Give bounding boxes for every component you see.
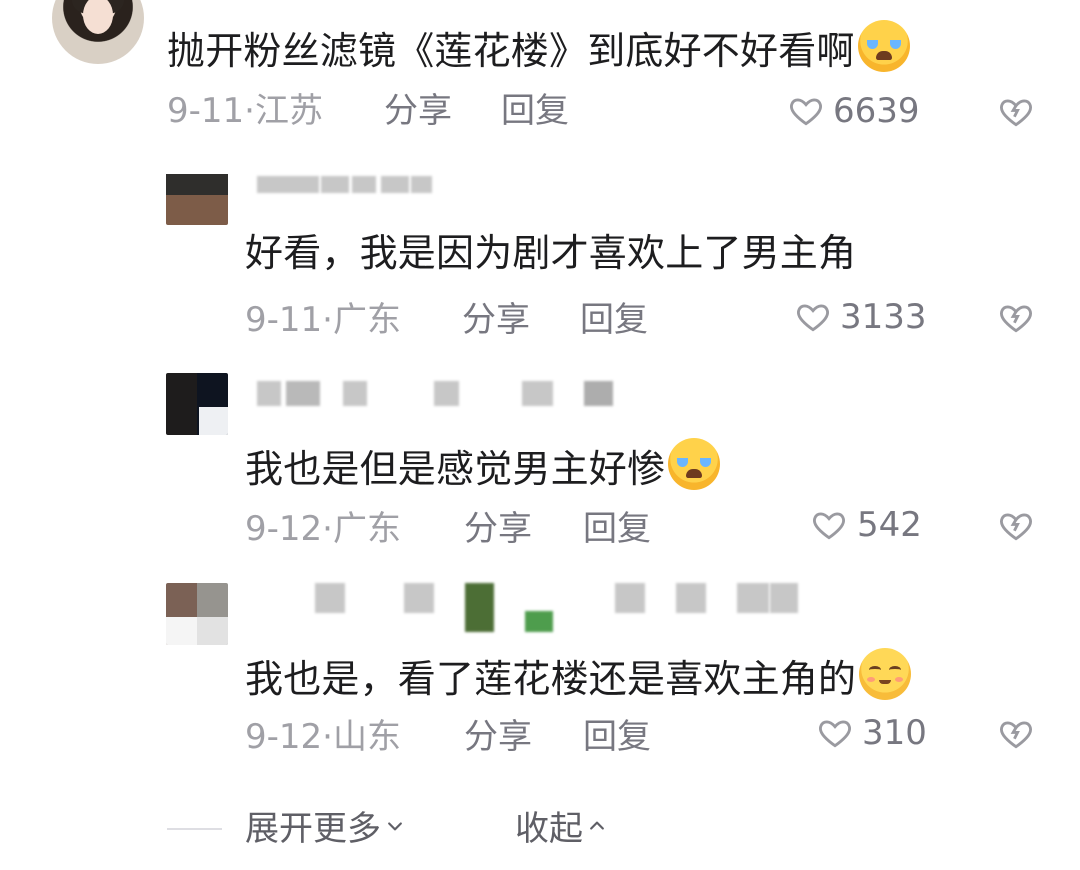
reply-button[interactable]: 回复 xyxy=(583,509,651,549)
avatar-face xyxy=(83,0,113,34)
heart-outline-icon[interactable] xyxy=(794,298,832,336)
broken-heart-icon[interactable] xyxy=(997,299,1035,337)
comment-text: 抛开粉丝滤镜《莲花楼》到底好不好看啊 xyxy=(167,20,910,74)
comment-meta: 9-12·山东 xyxy=(245,717,401,757)
collapse-button[interactable]: 收起 xyxy=(515,809,607,849)
avatar[interactable] xyxy=(52,0,144,64)
comment-region: 广东 xyxy=(332,300,401,340)
comment-date: 9-11· xyxy=(167,91,255,131)
expand-more-label: 展开更多 xyxy=(245,809,381,849)
like-count: 542 xyxy=(857,505,922,545)
heart-outline-icon[interactable] xyxy=(787,92,825,130)
heart-outline-icon[interactable] xyxy=(816,714,854,752)
like-count: 6639 xyxy=(833,91,920,131)
expand-more-button[interactable]: 展开更多 xyxy=(245,809,405,849)
comment-meta: 9-11·江苏 xyxy=(167,91,323,131)
broken-heart-icon[interactable] xyxy=(997,507,1035,545)
heart-outline-icon[interactable] xyxy=(810,506,848,544)
like-count: 310 xyxy=(862,713,927,753)
comment-meta: 9-12·广东 xyxy=(245,509,401,549)
comment-text: 我也是，看了莲花楼还是喜欢主角的 xyxy=(245,648,912,702)
comment-body: 好看，我是因为剧才喜欢上了男主角 xyxy=(245,231,857,275)
broken-heart-icon[interactable] xyxy=(997,93,1035,131)
loudly-crying-face-icon xyxy=(857,20,910,72)
emoji-blush-left xyxy=(867,677,876,682)
emoji-mouth xyxy=(875,51,892,60)
share-button[interactable]: 分享 xyxy=(384,91,452,131)
emoji-mouth xyxy=(686,469,703,478)
comment-body: 我也是，看了莲花楼还是喜欢主角的 xyxy=(245,657,857,701)
comment-date: 9-12· xyxy=(245,509,333,549)
avatar[interactable] xyxy=(166,163,228,225)
share-button[interactable]: 分享 xyxy=(464,509,532,549)
reply-button[interactable]: 回复 xyxy=(580,300,648,340)
chevron-up-icon xyxy=(587,816,607,836)
comment-date: 9-12· xyxy=(245,717,333,757)
comment-text: 好看，我是因为剧才喜欢上了男主角 xyxy=(245,230,856,276)
emoji-mouth xyxy=(879,680,892,684)
comment-body: 抛开粉丝滤镜《莲花楼》到底好不好看啊 xyxy=(167,29,855,73)
comment-text: 我也是但是感觉男主好惨 xyxy=(245,438,721,492)
share-button[interactable]: 分享 xyxy=(464,717,532,757)
comment-date: 9-11· xyxy=(245,300,333,340)
emoji-blush-right xyxy=(895,677,904,682)
comment-region: 山东 xyxy=(332,717,401,757)
loudly-crying-face-icon xyxy=(668,438,721,490)
broken-heart-icon[interactable] xyxy=(997,715,1035,753)
like-count: 3133 xyxy=(840,297,927,337)
collapse-label: 收起 xyxy=(515,809,583,849)
share-button[interactable]: 分享 xyxy=(462,300,530,340)
comment-region: 江苏 xyxy=(254,91,323,131)
smiling-face-with-closed-eyes-icon xyxy=(859,648,912,700)
divider xyxy=(167,828,222,830)
comment-region: 广东 xyxy=(332,509,401,549)
comment-body: 我也是但是感觉男主好惨 xyxy=(245,447,666,491)
reply-button[interactable]: 回复 xyxy=(583,717,651,757)
avatar[interactable] xyxy=(166,373,228,435)
comment-meta: 9-11·广东 xyxy=(245,300,401,340)
reply-button[interactable]: 回复 xyxy=(501,91,569,131)
chevron-down-icon xyxy=(385,816,405,836)
avatar[interactable] xyxy=(166,583,228,645)
